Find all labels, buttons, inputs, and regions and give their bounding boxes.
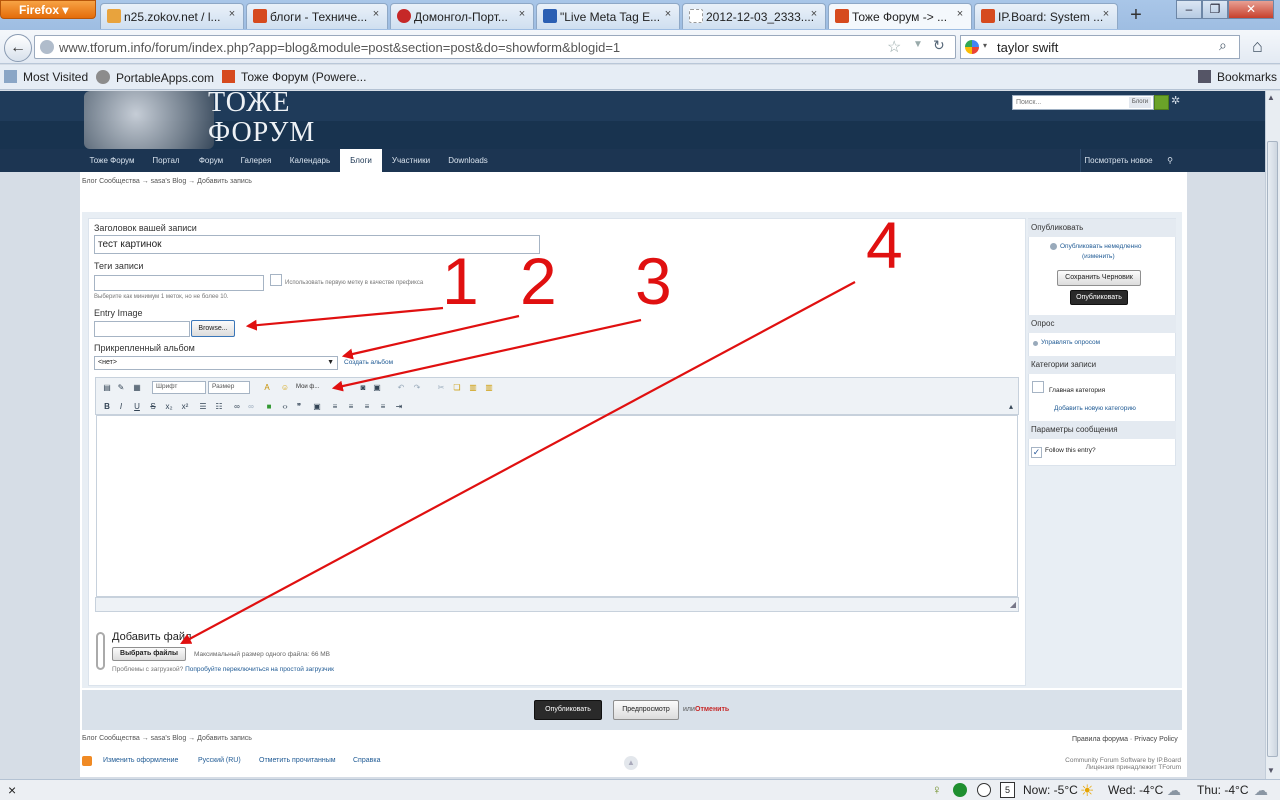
annotation-1: 1 [442, 244, 479, 318]
arrow-4 [180, 281, 856, 645]
arrow-3 [331, 318, 642, 392]
annotation-4: 4 [866, 208, 903, 282]
arrow-2 [341, 314, 520, 360]
annotation-arrows [180, 281, 856, 645]
arrow-1 [245, 306, 444, 331]
annotation-2: 2 [520, 244, 557, 318]
annotation-3: 3 [635, 244, 672, 318]
